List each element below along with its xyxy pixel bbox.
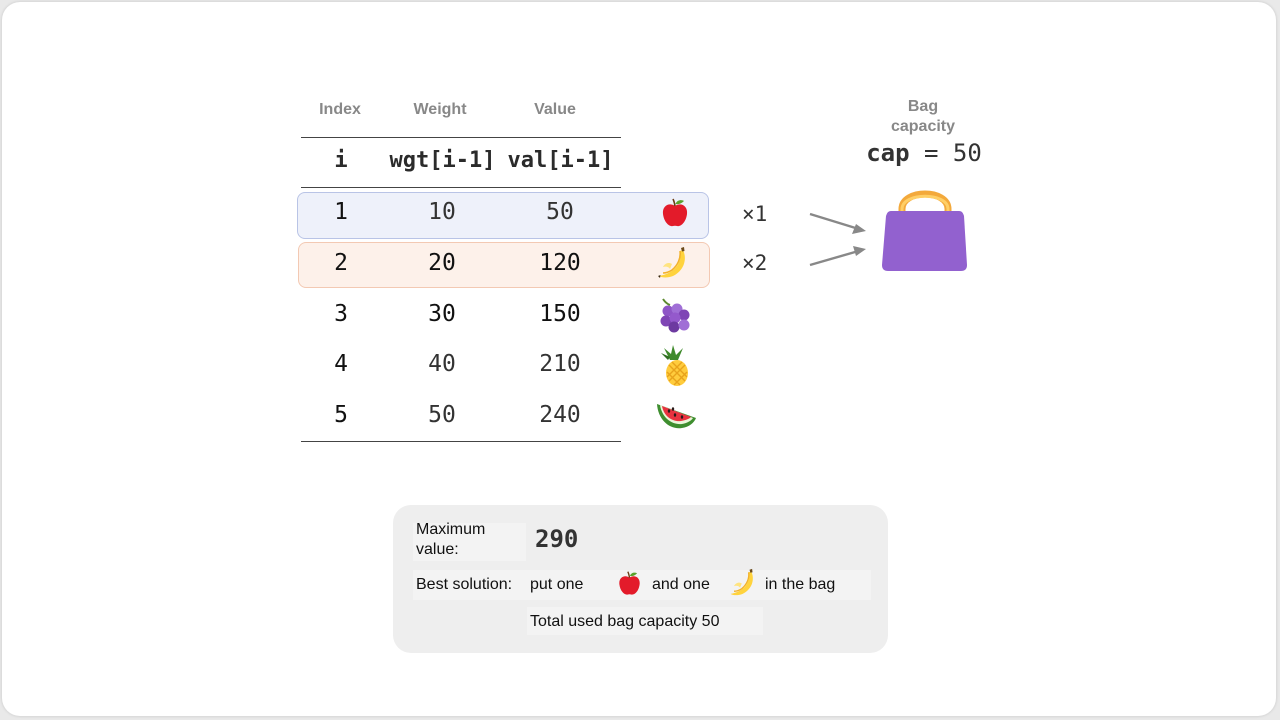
banana-count-label: ×2 xyxy=(742,251,768,275)
arrow-line-1 xyxy=(809,212,863,232)
table-row-3-index: 3 xyxy=(334,301,348,327)
apple-icon xyxy=(619,571,640,595)
table-row-5-value: 240 xyxy=(539,402,581,428)
bag-title-line-2: capacity xyxy=(890,118,956,135)
table-row-2-weight: 20 xyxy=(428,250,456,276)
table-row-5-weight: 50 xyxy=(428,402,456,428)
bag-capacity-expression: cap = 50 xyxy=(854,139,994,167)
table-row-5-index: 5 xyxy=(334,402,348,428)
arrow-head-1 xyxy=(852,224,866,234)
put-one-text: put one xyxy=(530,576,584,593)
table-row-4-weight: 40 xyxy=(428,351,456,377)
table-bottom-rule xyxy=(301,441,621,442)
bag-icon xyxy=(882,190,967,271)
table-row-1-weight: 10 xyxy=(428,199,456,225)
header-value: Value xyxy=(534,101,576,118)
code-header-wgt: wgt[i-1] xyxy=(389,148,496,173)
banana-icon xyxy=(658,247,685,278)
table-row-2-index: 2 xyxy=(334,250,348,276)
pineapple-icon xyxy=(661,345,688,386)
table-row-1-value: 50 xyxy=(546,199,574,225)
arrow-line-2 xyxy=(809,248,863,267)
bag-title-line-1: Bag xyxy=(907,98,939,115)
cap-value: = 50 xyxy=(909,139,982,167)
max-value: 290 xyxy=(535,525,579,553)
and-one-text: and one xyxy=(652,576,710,593)
apple-icon xyxy=(662,198,688,227)
apple-count-label: ×1 xyxy=(742,202,768,226)
table-row-3-weight: 30 xyxy=(428,301,456,327)
table-row-3-value: 150 xyxy=(539,301,581,327)
banana-icon xyxy=(730,568,753,596)
max-value-label: Maximum value: xyxy=(416,521,486,558)
best-solution-label: Best solution: xyxy=(416,576,513,593)
in-the-bag-text: in the bag xyxy=(765,576,836,593)
header-weight: Weight xyxy=(413,101,467,118)
table-row-2-value: 120 xyxy=(539,250,581,276)
watermelon-icon xyxy=(657,404,696,429)
table-row-1-index: 1 xyxy=(334,199,348,225)
header-index: Index xyxy=(319,101,361,118)
grapes-icon xyxy=(660,298,690,333)
code-header-i: i xyxy=(334,148,348,173)
arrow-head-2 xyxy=(853,246,866,256)
cap-variable: cap xyxy=(866,139,910,167)
bag-capacity-title: Bag capacity xyxy=(873,97,973,137)
arrows-to-bag xyxy=(809,212,866,267)
table-top-rule xyxy=(301,137,621,138)
table-header-rule xyxy=(301,187,621,188)
code-header-val: val[i-1] xyxy=(507,148,614,173)
total-capacity-text: Total used bag capacity 50 xyxy=(530,613,720,630)
table-row-4-index: 4 xyxy=(334,351,348,377)
table-row-4-value: 210 xyxy=(539,351,581,377)
